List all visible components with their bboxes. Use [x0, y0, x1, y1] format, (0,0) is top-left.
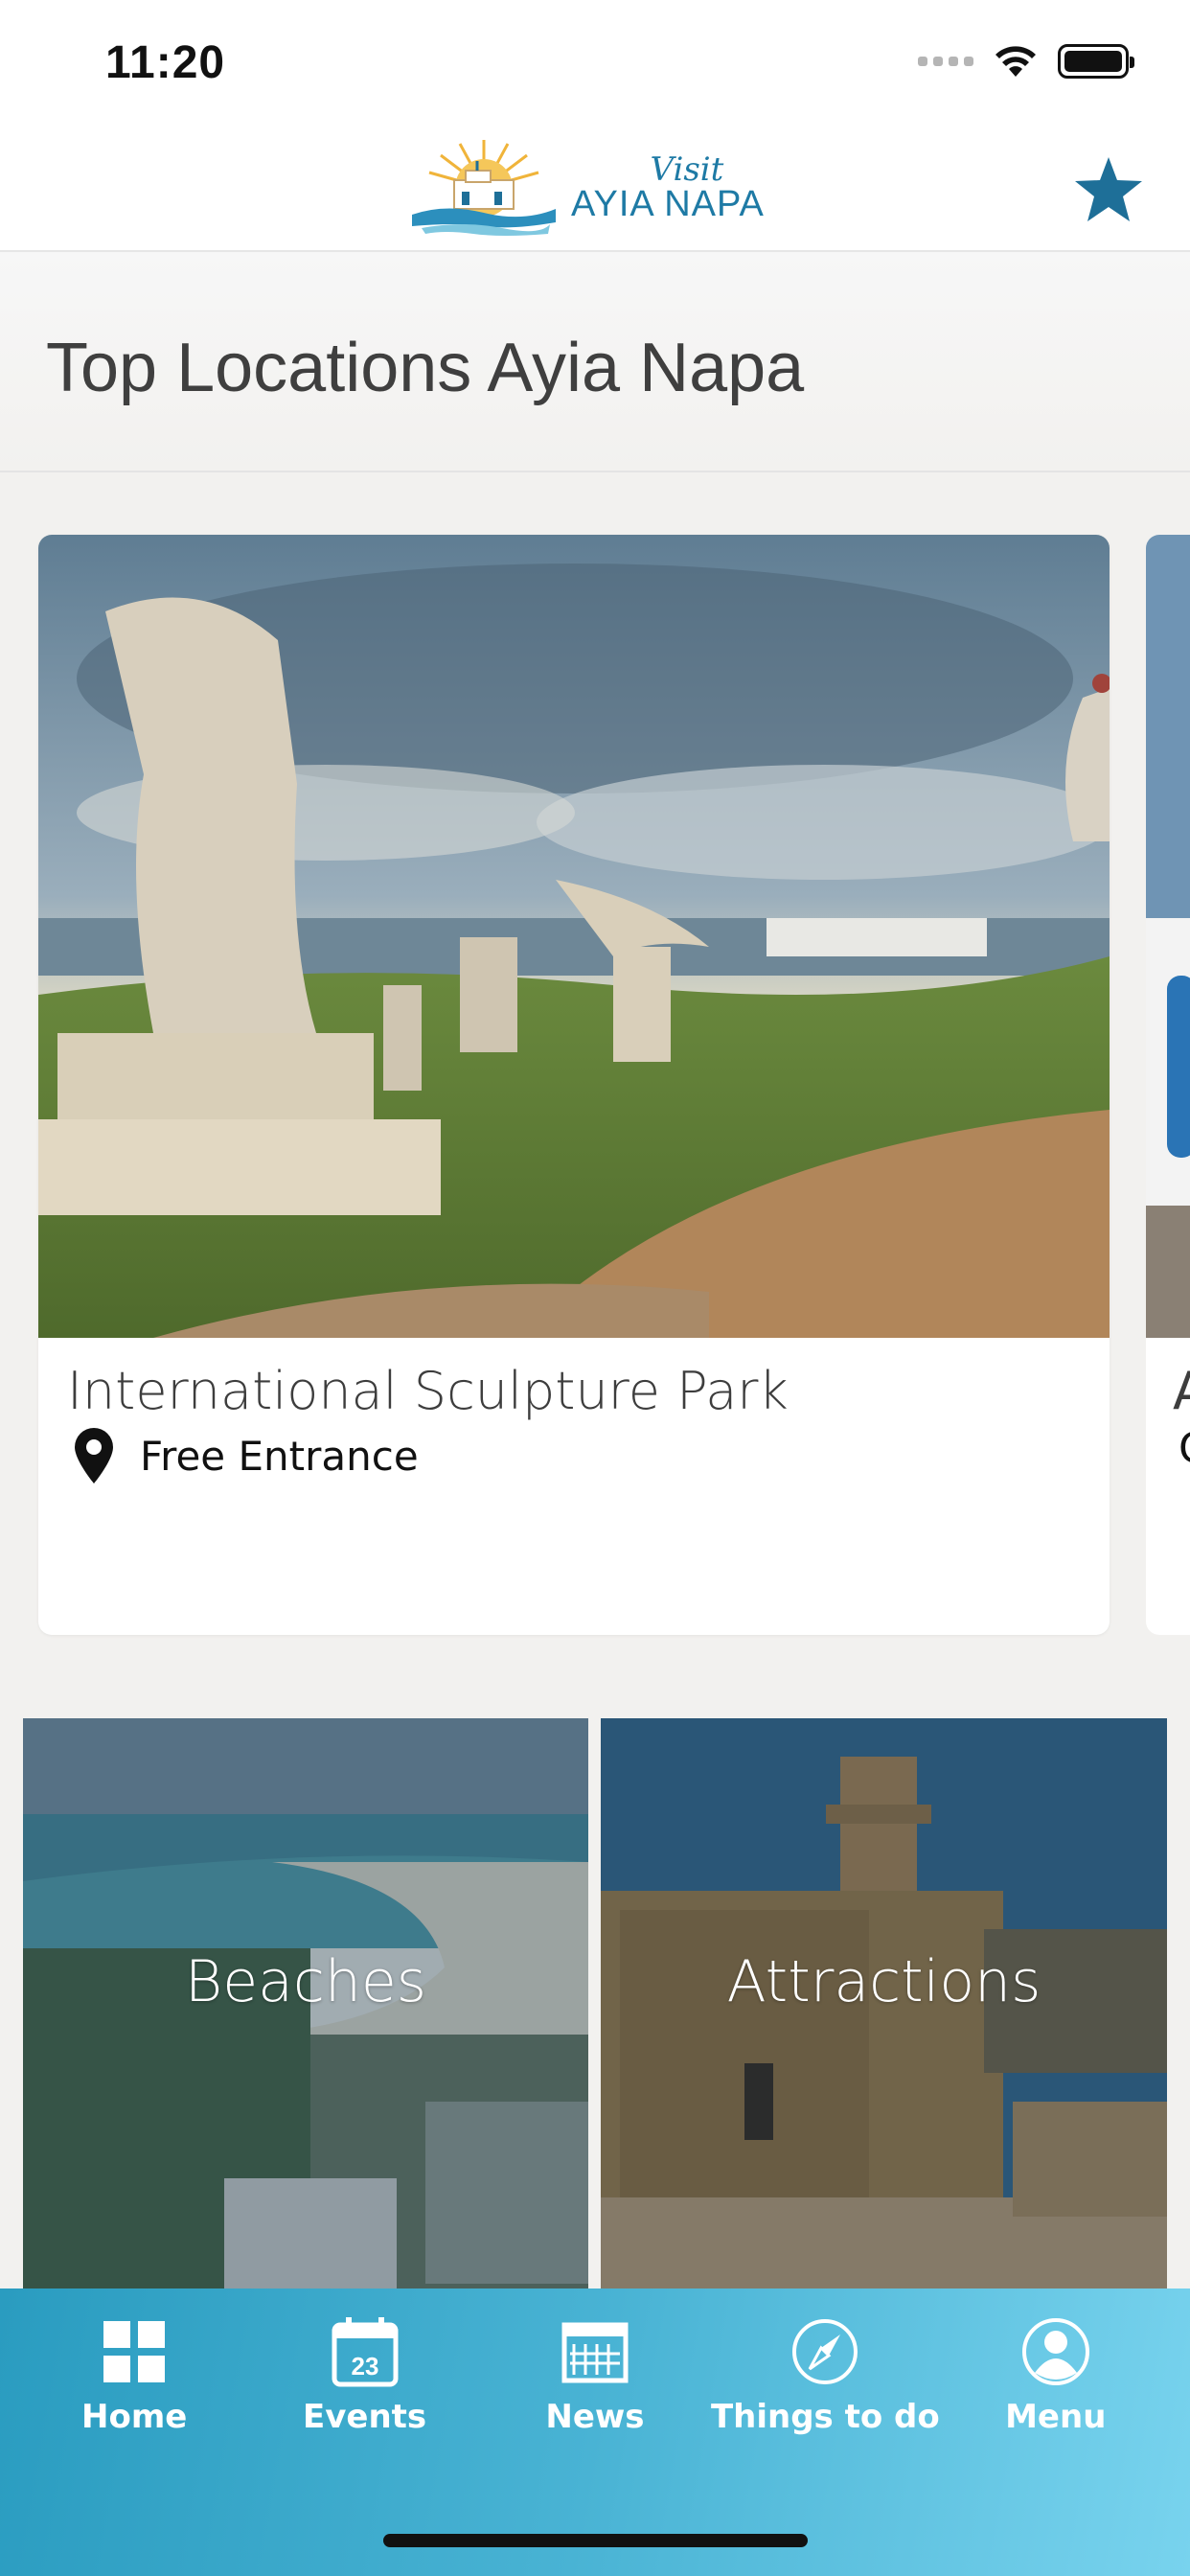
- tab-things-to-do[interactable]: Things to do: [710, 2288, 940, 2576]
- location-card-next[interactable]: A C: [1146, 535, 1190, 1635]
- tab-menu[interactable]: Menu: [941, 2288, 1171, 2576]
- sculpture-park-photo: [38, 535, 1110, 1338]
- card-meta: Free Entrance: [73, 1426, 419, 1485]
- logo-wordmark: Visit AYIA NAPA: [571, 153, 765, 222]
- tab-label-things-to-do: Things to do: [710, 2398, 940, 2436]
- next-card-subtitle: C: [1179, 1424, 1190, 1473]
- tile-label-attractions: Attractions: [726, 1948, 1041, 2015]
- logo-name-text: AYIA NAPA: [571, 184, 765, 224]
- tab-label-news: News: [545, 2398, 645, 2436]
- page-title: Top Locations Ayia Napa: [46, 330, 805, 406]
- category-tile-beaches[interactable]: Beaches: [23, 1718, 588, 2288]
- wifi-icon: [995, 46, 1036, 77]
- next-card-title: A: [1173, 1361, 1190, 1421]
- tab-label-home: Home: [81, 2398, 188, 2436]
- logo-visit-text: Visit: [650, 150, 724, 189]
- title-bar: Top Locations Ayia Napa: [0, 252, 1190, 472]
- card-subtitle: Free Entrance: [140, 1432, 419, 1480]
- tab-events[interactable]: 23 Events: [250, 2288, 480, 2576]
- next-location-photo: [1146, 535, 1190, 1338]
- newspaper-icon: [561, 2322, 629, 2383]
- tile-label-beaches: Beaches: [184, 1948, 427, 2015]
- app-header: Visit AYIA NAPA: [0, 125, 1190, 252]
- user-icon: [1021, 2318, 1089, 2385]
- tab-news[interactable]: News: [480, 2288, 710, 2576]
- tab-label-events: Events: [303, 2398, 427, 2436]
- tab-home[interactable]: Home: [19, 2288, 249, 2576]
- bottom-tab-bar: Home 23 Events News Things to do Menu: [0, 2288, 1190, 2576]
- cellular-signal-icon: [918, 57, 973, 66]
- app-logo[interactable]: Visit AYIA NAPA: [406, 140, 765, 236]
- star-icon[interactable]: [1073, 155, 1144, 224]
- tab-label-menu: Menu: [1005, 2398, 1107, 2436]
- battery-icon: [1058, 44, 1134, 79]
- card-title: International Sculpture Park: [67, 1361, 789, 1421]
- home-indicator[interactable]: [383, 2534, 808, 2547]
- logo-emblem-icon: [412, 140, 556, 236]
- calendar-day: 23: [351, 2352, 378, 2380]
- status-icons: [918, 44, 1134, 79]
- location-card[interactable]: International Sculpture Park Free Entran…: [38, 535, 1110, 1635]
- compass-icon: [792, 2319, 858, 2384]
- category-tile-attractions[interactable]: Attractions: [601, 1718, 1167, 2288]
- status-time: 11:20: [105, 37, 226, 88]
- calendar-icon: 23: [332, 2317, 399, 2387]
- grid-icon: [103, 2321, 166, 2382]
- status-bar: 11:20: [0, 0, 1190, 125]
- map-pin-icon: [75, 1428, 113, 1484]
